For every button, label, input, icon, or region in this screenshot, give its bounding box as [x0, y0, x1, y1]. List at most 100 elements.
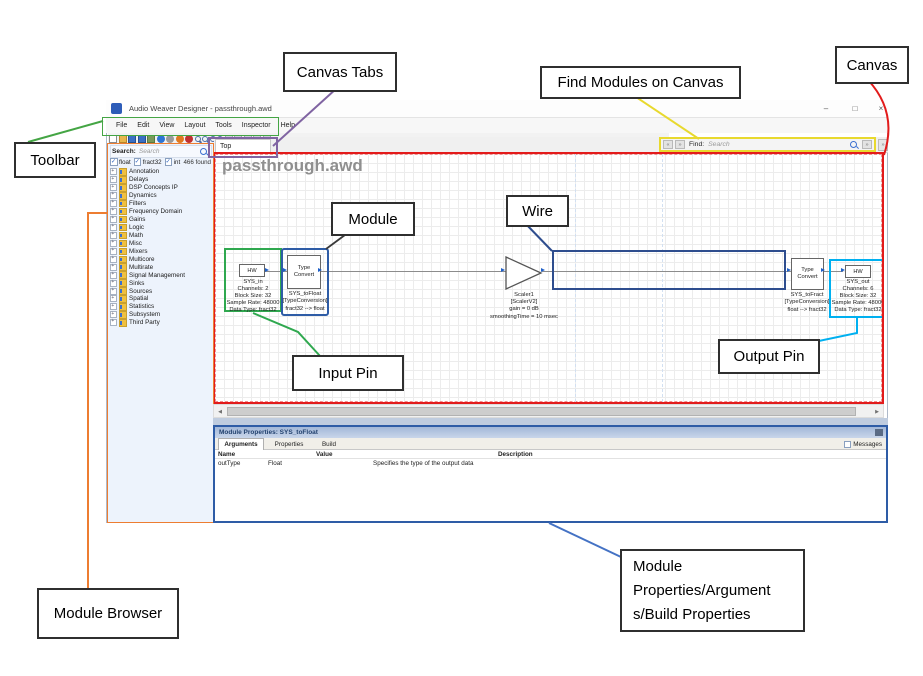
type-convert-in-input-pin[interactable] [283, 268, 289, 272]
wire-highlight-box [552, 250, 786, 290]
expander-icon[interactable] [110, 288, 117, 295]
expander-icon[interactable] [110, 200, 117, 207]
expander-icon[interactable] [110, 208, 117, 215]
expander-icon[interactable] [110, 248, 117, 255]
messages-toggle[interactable]: Messages [844, 441, 882, 449]
find-previous-button[interactable]: « [663, 140, 673, 149]
scaler-input-pin[interactable] [501, 268, 507, 272]
tree-item-delays[interactable]: Delays [110, 176, 212, 184]
float-checkbox[interactable] [110, 158, 118, 166]
tree-item-logic[interactable]: Logic [110, 224, 212, 232]
expander-icon[interactable] [110, 280, 117, 287]
tree-item-spatial[interactable]: Spatial [110, 295, 212, 303]
panel-splitter[interactable] [213, 418, 888, 425]
expander-icon[interactable] [110, 176, 117, 183]
find-input[interactable]: Search [708, 141, 850, 148]
zoom-in-icon[interactable] [195, 136, 201, 142]
build-icon[interactable] [176, 135, 184, 143]
expander-icon[interactable] [110, 216, 117, 223]
tree-item-math[interactable]: Math [110, 232, 212, 240]
expander-icon[interactable] [110, 224, 117, 231]
tab-top[interactable]: Top [215, 139, 271, 153]
expander-icon[interactable] [110, 264, 117, 271]
tree-item-multirate[interactable]: Multirate [110, 263, 212, 271]
tree-item-multicore[interactable]: Multicore [110, 255, 212, 263]
find-options-button[interactable]: » [862, 140, 872, 149]
argument-value-cell[interactable]: Float [268, 460, 282, 467]
expander-icon[interactable] [110, 319, 117, 326]
messages-checkbox[interactable] [844, 441, 852, 449]
type-convert-in-output-pin[interactable] [318, 268, 324, 272]
expander-icon[interactable] [110, 303, 117, 310]
error-icon[interactable] [185, 135, 193, 143]
maximize-button[interactable]: □ [848, 104, 862, 113]
scroll-left-icon[interactable]: ◀ [215, 407, 225, 416]
canvas-horizontal-scrollbar[interactable]: ◀ ▶ [213, 404, 884, 418]
tab-scroll-button[interactable]: » [878, 139, 888, 151]
tab-build[interactable]: Build [314, 438, 344, 450]
minimize-button[interactable]: – [819, 104, 833, 113]
find-next-button[interactable]: » [675, 140, 685, 149]
expander-icon[interactable] [110, 295, 117, 302]
menu-edit[interactable]: Edit [137, 122, 149, 129]
type-convert-out-input-pin[interactable] [787, 268, 793, 272]
tree-item-dynamics[interactable]: Dynamics [110, 192, 212, 200]
search-input[interactable]: Search [139, 148, 200, 155]
tree-item-sources[interactable]: Sources [110, 287, 212, 295]
expander-icon[interactable] [110, 192, 117, 199]
tree-item-annotation[interactable]: Annotation [110, 168, 212, 176]
expander-icon[interactable] [110, 232, 117, 239]
menu-tools[interactable]: Tools [215, 122, 231, 129]
sys-in-output-pin[interactable] [265, 268, 271, 272]
close-button[interactable]: × [874, 104, 888, 113]
search-icon[interactable] [200, 148, 207, 155]
tree-item-misc[interactable]: Misc [110, 239, 212, 247]
menu-view[interactable]: View [159, 122, 174, 129]
tree-item-gains[interactable]: Gains [110, 216, 212, 224]
type-convert-in-block[interactable]: Type Convert [287, 255, 321, 289]
expander-icon[interactable] [110, 168, 117, 175]
scroll-right-icon[interactable]: ▶ [872, 407, 882, 416]
tree-item-dsp-concepts-ip[interactable]: DSP Concepts IP [110, 184, 212, 192]
tree-item-filters[interactable]: Filters [110, 200, 212, 208]
expander-icon[interactable] [110, 311, 117, 318]
open-file-icon[interactable] [119, 135, 127, 143]
menu-layout[interactable]: Layout [184, 122, 205, 129]
scaler-output-pin[interactable] [541, 268, 547, 272]
wire-convert-to-scaler[interactable] [321, 271, 506, 273]
menu-file[interactable]: File [116, 122, 127, 129]
sys-in-block[interactable]: HW [239, 264, 265, 277]
int-checkbox[interactable] [165, 158, 173, 166]
save-all-icon[interactable] [138, 135, 146, 143]
new-file-icon[interactable] [109, 135, 117, 143]
scaler-block[interactable] [505, 256, 543, 290]
expander-icon[interactable] [110, 256, 117, 263]
type-convert-out-output-pin[interactable] [821, 268, 827, 272]
expander-icon[interactable] [110, 272, 117, 279]
tree-item-frequency-domain[interactable]: Frequency Domain [110, 208, 212, 216]
expander-icon[interactable] [110, 240, 117, 247]
panel-menu-button[interactable] [875, 429, 883, 436]
menu-help[interactable]: Help [281, 122, 295, 129]
find-search-icon[interactable] [850, 141, 857, 148]
fract32-checkbox[interactable] [134, 158, 142, 166]
tab-properties[interactable]: Properties [266, 438, 312, 450]
menu-inspector[interactable]: Inspector [242, 122, 271, 129]
tab-arguments[interactable]: Arguments [218, 438, 264, 450]
scrollbar-thumb[interactable] [227, 407, 856, 417]
stop-icon[interactable] [166, 135, 174, 143]
import-icon[interactable] [147, 135, 155, 143]
argument-name-cell[interactable]: outType [218, 460, 240, 467]
callout-module-browser: Module Browser [37, 588, 179, 639]
zoom-out-icon[interactable] [202, 136, 208, 142]
tree-item-statistics[interactable]: Statistics [110, 303, 212, 311]
expander-icon[interactable] [110, 184, 117, 191]
run-icon[interactable] [157, 135, 165, 143]
tree-item-third-party[interactable]: Third Party [110, 319, 212, 327]
tree-item-signal-management[interactable]: Signal Management [110, 271, 212, 279]
tree-item-sinks[interactable]: Sinks [110, 279, 212, 287]
sys-out-block[interactable]: HW [845, 265, 871, 278]
save-icon[interactable] [128, 135, 136, 143]
tree-item-subsystem[interactable]: Subsystem [110, 311, 212, 319]
tree-item-mixers[interactable]: Mixers [110, 247, 212, 255]
